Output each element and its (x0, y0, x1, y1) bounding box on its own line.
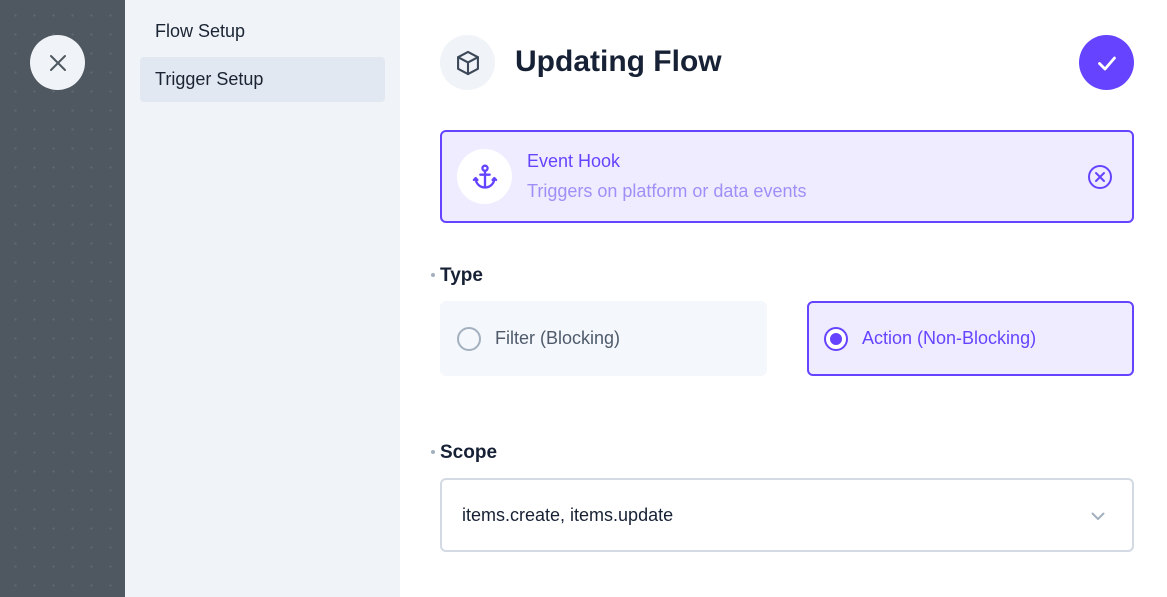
nav-item-trigger-setup[interactable]: Trigger Setup (140, 57, 385, 102)
nav-item-label: Flow Setup (155, 21, 246, 41)
check-icon (1097, 56, 1116, 70)
close-icon (49, 54, 66, 71)
scope-field-label: Scope (440, 442, 498, 463)
type-option-filter[interactable]: Filter (Blocking) (440, 301, 767, 376)
header-icon-badge (440, 35, 495, 90)
trigger-title: Event Hook (527, 151, 621, 171)
setup-navigation: Flow Setup Trigger Setup (125, 0, 400, 597)
close-circle-icon (1088, 165, 1112, 189)
chevron-down-icon (1087, 505, 1109, 527)
scope-select-value: items.create, items.update (462, 505, 674, 525)
box-icon (456, 50, 479, 75)
main-panel: Updating Flow Event Hook Triggers on pla… (400, 0, 1167, 597)
required-indicator (431, 273, 435, 277)
page-title: Updating Flow (515, 45, 722, 78)
radio-unchecked-icon (457, 326, 481, 351)
remove-trigger-button[interactable] (1087, 164, 1113, 190)
scope-select[interactable]: items.create, items.update (440, 478, 1134, 552)
trigger-icon-badge (457, 149, 512, 204)
type-field-label: Type (440, 265, 483, 286)
anchor-icon (472, 164, 497, 189)
nav-item-flow-setup[interactable]: Flow Setup (140, 9, 385, 54)
selected-trigger-card: Event Hook Triggers on platform or data … (440, 130, 1134, 223)
type-option-label: Action (Non-Blocking) (862, 328, 1037, 348)
radio-checked-icon (824, 326, 848, 351)
type-option-action[interactable]: Action (Non-Blocking) (807, 301, 1134, 376)
trigger-description: Triggers on platform or data events (527, 181, 807, 201)
close-button[interactable] (30, 35, 85, 90)
required-indicator (431, 450, 435, 454)
nav-item-label: Trigger Setup (155, 69, 264, 89)
confirm-button[interactable] (1079, 35, 1134, 90)
type-option-label: Filter (Blocking) (495, 328, 621, 348)
side-rail (0, 0, 125, 597)
